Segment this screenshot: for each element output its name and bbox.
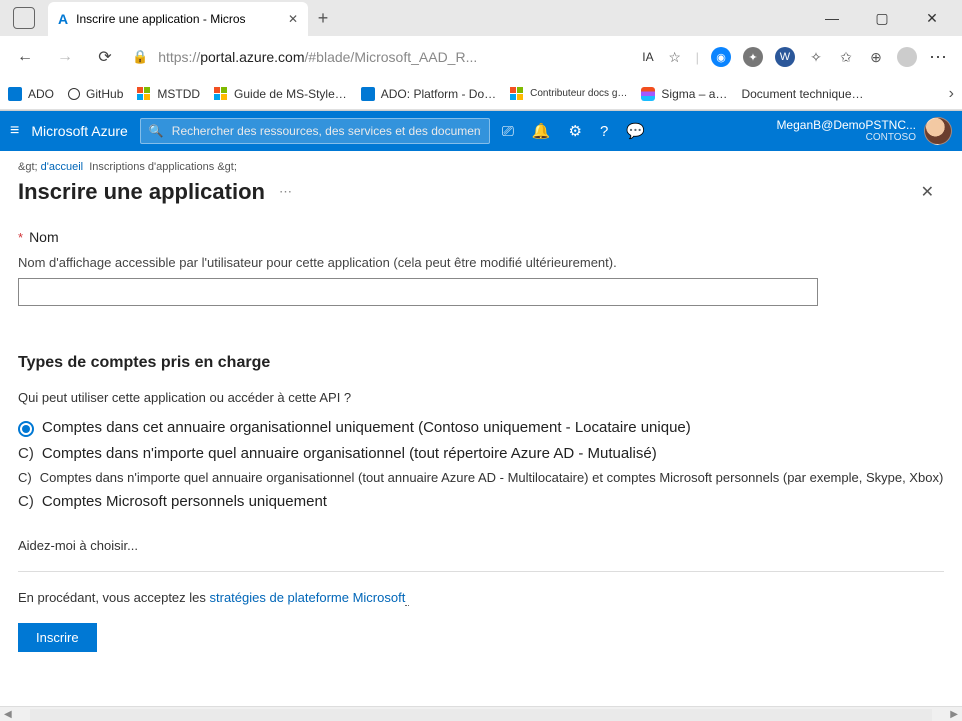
radio-label: Comptes dans n'importe quel annuaire org… bbox=[42, 445, 657, 462]
radio-multi-tenant-personal[interactable]: C) Comptes dans n'importe quel annuaire … bbox=[18, 470, 944, 485]
cloud-shell-icon[interactable]: ⎚ bbox=[502, 123, 514, 140]
favorite-mstdd[interactable]: MSTDD bbox=[137, 87, 200, 101]
search-icon: 🔍 bbox=[149, 124, 164, 138]
ia-badge[interactable]: IA bbox=[642, 50, 653, 64]
radio-label: Comptes dans n'importe quel annuaire org… bbox=[40, 470, 944, 485]
favorite-star-icon[interactable]: ☆ bbox=[666, 48, 684, 66]
platform-policies-link[interactable]: stratégies de plateforme Microsoft bbox=[210, 590, 406, 605]
profile-icon[interactable] bbox=[897, 47, 917, 67]
user-directory: CONTOSO bbox=[776, 132, 916, 143]
url-path: /#blade/Microsoft_AAD_R... bbox=[305, 49, 478, 65]
nav-refresh-button[interactable]: ⟳ bbox=[88, 42, 122, 72]
ado-icon bbox=[361, 87, 375, 101]
favorite-contrib[interactable]: Contributeur docs g… bbox=[510, 87, 627, 101]
radio-icon: C) bbox=[18, 445, 34, 462]
breadcrumb-home-link[interactable]: d'accueil bbox=[41, 161, 83, 173]
nav-forward-button[interactable]: → bbox=[48, 42, 82, 72]
help-icon[interactable]: ? bbox=[600, 123, 608, 140]
github-icon bbox=[68, 88, 80, 100]
favorite-ado[interactable]: ADO bbox=[8, 87, 54, 101]
azure-brand-label[interactable]: Microsoft Azure bbox=[31, 123, 127, 139]
scroll-right-arrow-icon[interactable]: ▶ bbox=[946, 709, 962, 720]
notifications-icon[interactable]: 🔔 bbox=[532, 122, 551, 140]
extension-icon-1[interactable]: ◉ bbox=[711, 47, 731, 67]
browser-chrome: A Inscrire une application - Micros ✕ + … bbox=[0, 0, 962, 111]
collections-icon[interactable]: ⊕ bbox=[867, 48, 885, 66]
app-name-input[interactable] bbox=[18, 278, 818, 306]
tab-close-icon[interactable]: ✕ bbox=[288, 12, 298, 26]
url-display[interactable]: https://portal.azure.com/#blade/Microsof… bbox=[158, 49, 630, 65]
feedback-icon[interactable]: 💬 bbox=[626, 122, 645, 140]
window-minimize-button[interactable]: — bbox=[818, 10, 846, 27]
browser-tab-active[interactable]: A Inscrire une application - Micros ✕ bbox=[48, 2, 308, 36]
new-tab-button[interactable]: + bbox=[308, 8, 338, 29]
breadcrumb-app-registrations[interactable]: Inscriptions d'applications bbox=[89, 161, 214, 173]
lock-icon[interactable]: 🔒 bbox=[128, 49, 152, 65]
window-maximize-button[interactable]: ▢ bbox=[868, 10, 896, 27]
favorite-msstyle[interactable]: Guide de MS-Style… bbox=[214, 87, 347, 101]
radio-single-tenant[interactable]: Comptes dans cet annuaire organisationne… bbox=[18, 419, 944, 437]
browser-address-bar: ← → ⟳ 🔒 https://portal.azure.com/#blade/… bbox=[0, 36, 962, 78]
page-title: Inscrire une application bbox=[18, 179, 265, 205]
ado-icon bbox=[8, 87, 22, 101]
favorites-overflow-chevron-icon[interactable]: › bbox=[949, 85, 954, 103]
microsoft-icon bbox=[137, 87, 151, 101]
azure-search-input[interactable] bbox=[172, 124, 481, 138]
divider bbox=[18, 571, 944, 572]
azure-favicon: A bbox=[58, 11, 68, 27]
favorites-menu-icon[interactable]: ✩ bbox=[837, 48, 855, 66]
tab-actions-button[interactable] bbox=[0, 7, 48, 29]
url-host: portal.azure.com bbox=[200, 49, 304, 65]
breadcrumb: &gt; d'accueil Inscriptions d'applicatio… bbox=[0, 151, 962, 177]
radio-label: Comptes dans cet annuaire organisationne… bbox=[42, 419, 691, 436]
policy-text: En procédant, vous acceptez les stratégi… bbox=[18, 590, 944, 605]
favorites-bar: ADO GitHub MSTDD Guide de MS-Style… ADO:… bbox=[0, 78, 962, 110]
extensions-menu-icon[interactable]: ✧ bbox=[807, 48, 825, 66]
tab-title: Inscrire une application - Micros bbox=[76, 12, 280, 26]
user-account-button[interactable]: MeganB@DemoPSTNC... CONTOSO bbox=[776, 117, 952, 145]
name-field-help: Nom d'affichage accessible par l'utilisa… bbox=[18, 255, 944, 270]
microsoft-icon bbox=[510, 87, 524, 101]
page-content: &gt; d'accueil Inscriptions d'applicatio… bbox=[0, 151, 962, 706]
account-types-subheading: Qui peut utiliser cette application ou a… bbox=[18, 390, 944, 405]
window-close-button[interactable]: ✕ bbox=[918, 10, 946, 27]
hamburger-menu-icon[interactable]: ≡ bbox=[10, 122, 19, 140]
name-field-label: Nom bbox=[29, 229, 59, 245]
radio-icon: C) bbox=[18, 493, 34, 510]
settings-gear-icon[interactable]: ⚙ bbox=[569, 122, 582, 140]
radio-multi-tenant[interactable]: C) Comptes dans n'importe quel annuaire … bbox=[18, 445, 944, 462]
avatar bbox=[924, 117, 952, 145]
browser-titlebar: A Inscrire une application - Micros ✕ + … bbox=[0, 0, 962, 36]
microsoft-icon bbox=[214, 87, 228, 101]
browser-menu-button[interactable]: ⋯ bbox=[929, 47, 948, 68]
scroll-left-arrow-icon[interactable]: ◀ bbox=[0, 709, 16, 720]
azure-header: ≡ Microsoft Azure 🔍 ⎚ 🔔 ⚙ ? 💬 MeganB@Dem… bbox=[0, 111, 962, 151]
radio-icon bbox=[18, 421, 34, 437]
extension-icon-word[interactable]: W bbox=[775, 47, 795, 67]
favorite-doc[interactable]: Document technique… bbox=[741, 87, 863, 101]
user-email: MeganB@DemoPSTNC... bbox=[776, 119, 916, 132]
help-me-choose-link[interactable]: Aidez-moi à choisir... bbox=[18, 538, 944, 553]
nav-back-button[interactable]: ← bbox=[8, 42, 42, 72]
figma-icon bbox=[641, 87, 655, 101]
required-asterisk: * bbox=[18, 230, 23, 245]
azure-search-box[interactable]: 🔍 bbox=[140, 118, 490, 144]
horizontal-scrollbar[interactable]: ◀ ▶ bbox=[0, 706, 962, 721]
url-scheme: https:// bbox=[158, 49, 200, 65]
radio-label: Comptes Microsoft personnels uniquement bbox=[42, 493, 327, 510]
blade-close-icon[interactable]: ✕ bbox=[921, 182, 934, 202]
register-button[interactable]: Inscrire bbox=[18, 623, 97, 652]
radio-personal-only[interactable]: C) Comptes Microsoft personnels uniqueme… bbox=[18, 493, 944, 510]
extension-icon-2[interactable]: ✦ bbox=[743, 47, 763, 67]
account-types-heading: Types de comptes pris en charge bbox=[18, 354, 944, 372]
radio-icon: C) bbox=[18, 470, 32, 485]
page-more-menu-icon[interactable]: ⋯ bbox=[279, 184, 294, 200]
favorite-sigma[interactable]: Sigma – a… bbox=[641, 87, 727, 101]
favorite-github[interactable]: GitHub bbox=[68, 87, 123, 101]
favorite-ado-platform[interactable]: ADO: Platform - Do… bbox=[361, 87, 496, 101]
